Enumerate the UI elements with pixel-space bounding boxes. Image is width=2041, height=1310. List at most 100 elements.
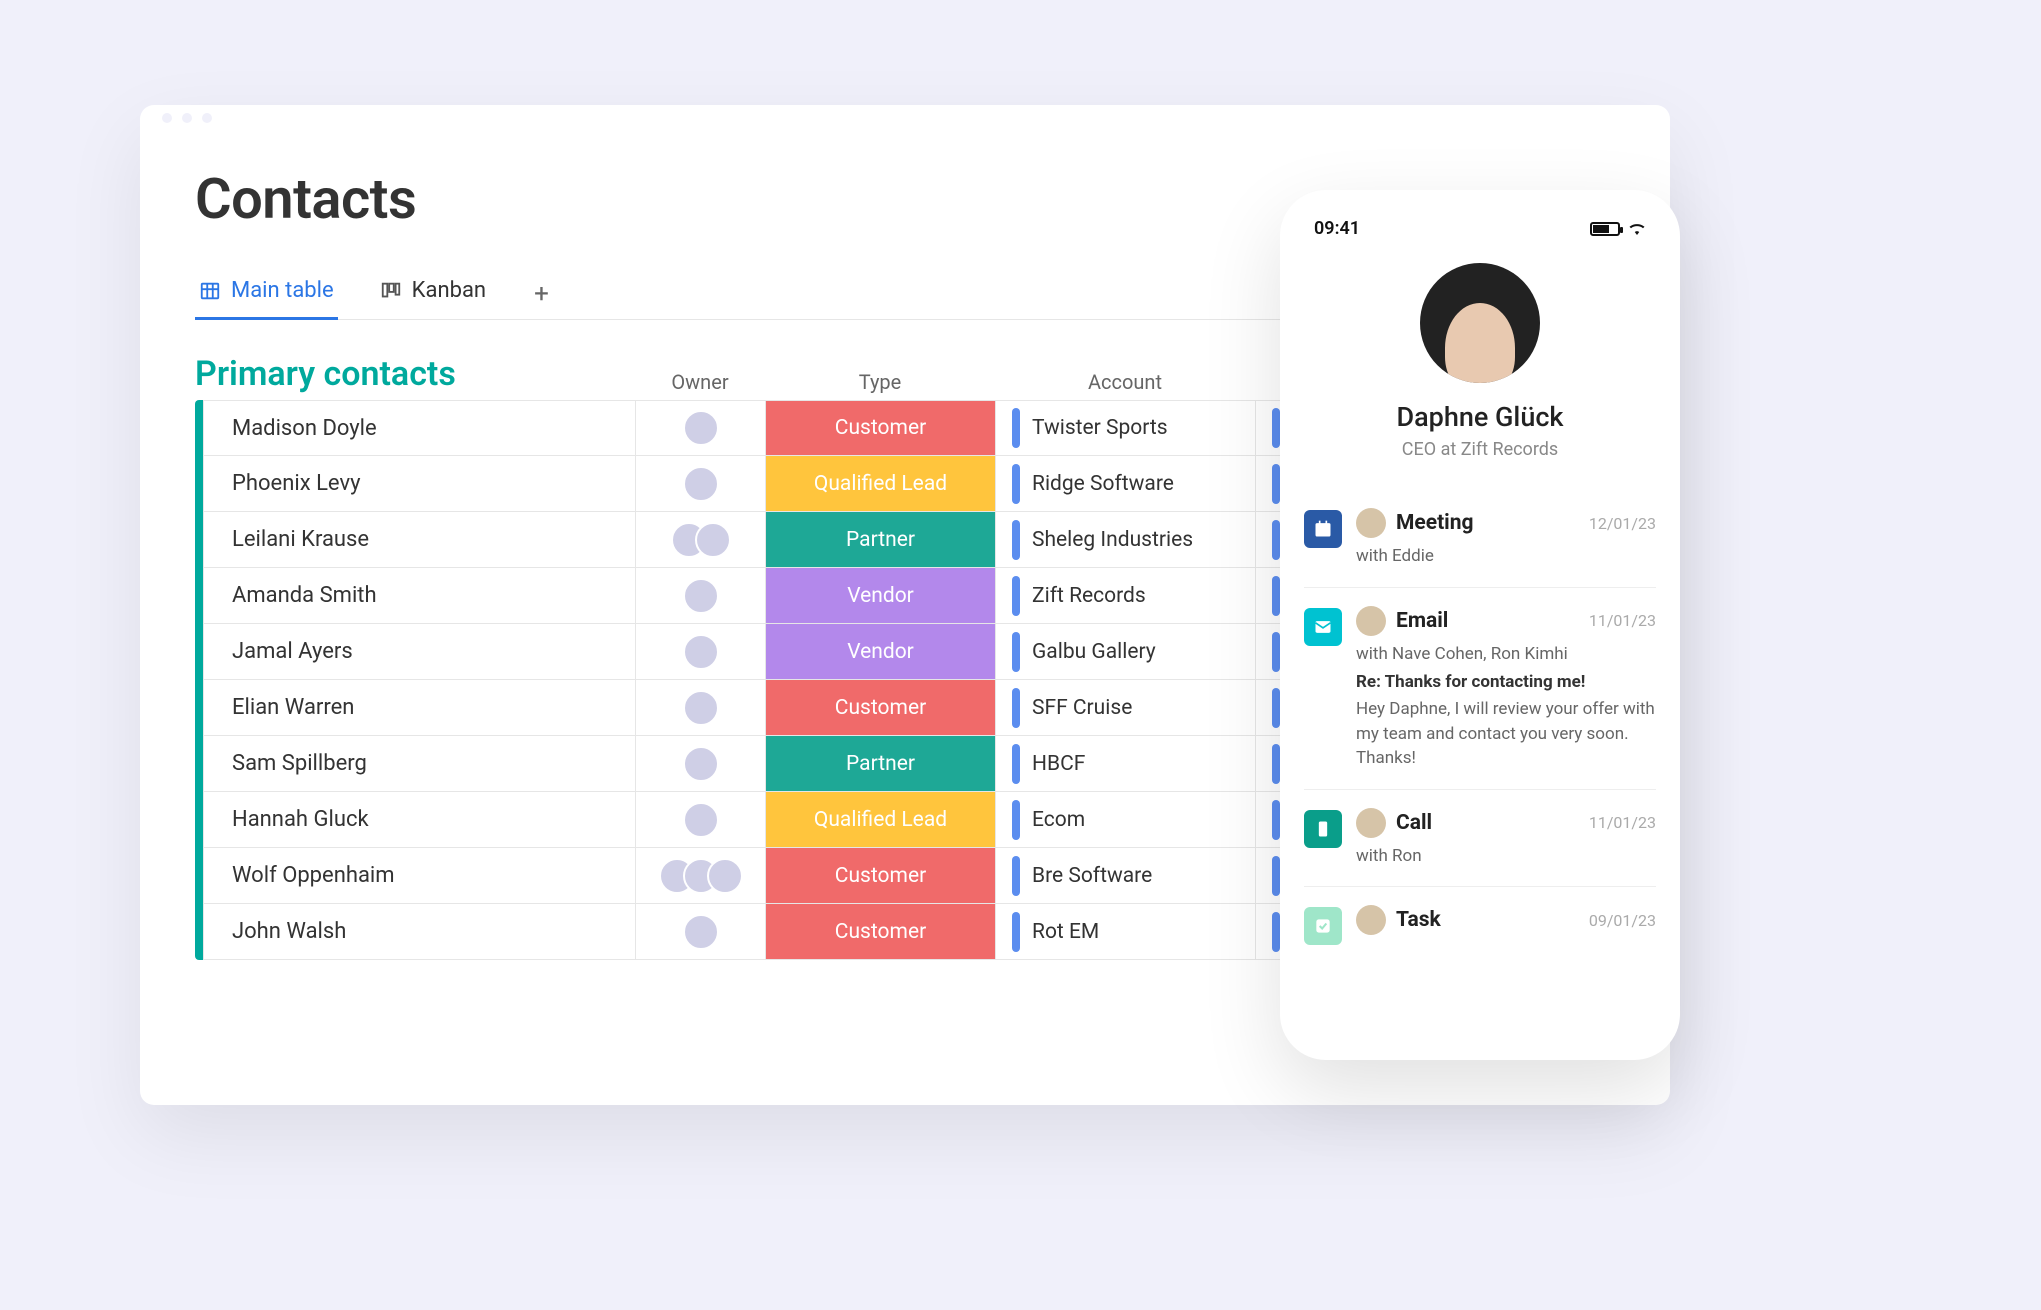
account-name: Bre Software — [1032, 864, 1152, 888]
cell-owner[interactable] — [636, 848, 766, 903]
cell-owner[interactable] — [636, 904, 766, 959]
account-name: Ridge Software — [1032, 472, 1174, 496]
activity-subtitle: with Ron — [1356, 844, 1656, 869]
cell-owner[interactable] — [636, 792, 766, 847]
cell-type[interactable]: Qualified Lead — [766, 456, 996, 511]
account-name: Sheleg Industries — [1032, 528, 1193, 552]
timeline-item-meeting[interactable]: Meeting12/01/23with Eddie — [1304, 490, 1656, 587]
cell-type[interactable]: Customer — [766, 680, 996, 735]
cell-account[interactable]: SFF Cruise — [996, 680, 1256, 735]
owner-avatar — [683, 578, 719, 614]
email-body: Hey Daphne, I will review your offer wit… — [1356, 697, 1656, 771]
traffic-dot — [202, 113, 212, 123]
traffic-dot — [162, 113, 172, 123]
cell-account[interactable]: Ridge Software — [996, 456, 1256, 511]
cell-name[interactable]: Elian Warren — [204, 680, 636, 735]
cell-name[interactable]: Madison Doyle — [204, 401, 636, 455]
cell-owner[interactable] — [636, 568, 766, 623]
cell-type[interactable]: Vendor — [766, 624, 996, 679]
mobile-preview: 09:41 Daphne Glück CEO at Zift Records M… — [1280, 190, 1680, 1060]
tab-kanban[interactable]: Kanban — [376, 268, 490, 320]
account-name: Ecom — [1032, 808, 1085, 832]
timeline-body: Email11/01/23with Nave Cohen, Ron KimhiR… — [1356, 606, 1656, 771]
link-pill — [1012, 856, 1020, 896]
cell-name[interactable]: Jamal Ayers — [204, 624, 636, 679]
account-name: Zift Records — [1032, 584, 1146, 608]
cell-account[interactable]: Sheleg Industries — [996, 512, 1256, 567]
account-name: SFF Cruise — [1032, 696, 1132, 720]
cell-type[interactable]: Customer — [766, 904, 996, 959]
account-name: HBCF — [1032, 752, 1085, 776]
group-title[interactable]: Primary contacts — [195, 354, 635, 394]
cell-owner[interactable] — [636, 401, 766, 455]
activity-subtitle: with Eddie — [1356, 544, 1656, 569]
cell-name[interactable]: Wolf Oppenhaim — [204, 848, 636, 903]
tab-label: Main table — [231, 278, 334, 303]
cell-account[interactable]: Bre Software — [996, 848, 1256, 903]
cell-account[interactable]: Galbu Gallery — [996, 624, 1256, 679]
cell-account[interactable]: Rot EM — [996, 904, 1256, 959]
cell-name[interactable]: Sam Spillberg — [204, 736, 636, 791]
link-pill — [1272, 464, 1280, 504]
cell-owner[interactable] — [636, 456, 766, 511]
cell-owner[interactable] — [636, 736, 766, 791]
column-header-account[interactable]: Account — [995, 370, 1255, 394]
column-header-type[interactable]: Type — [765, 370, 995, 394]
cell-type[interactable]: Partner — [766, 736, 996, 791]
link-pill — [1012, 912, 1020, 952]
link-pill — [1272, 688, 1280, 728]
wifi-icon — [1628, 222, 1646, 236]
owner-avatar — [683, 802, 719, 838]
cell-type[interactable]: Partner — [766, 512, 996, 567]
cell-account[interactable]: Ecom — [996, 792, 1256, 847]
timeline-item-task[interactable]: Task09/01/23 — [1304, 886, 1656, 963]
table-icon — [199, 280, 221, 302]
timeline-item-email[interactable]: Email11/01/23with Nave Cohen, Ron KimhiR… — [1304, 587, 1656, 789]
column-header-owner[interactable]: Owner — [635, 370, 765, 394]
cell-name[interactable]: Hannah Gluck — [204, 792, 636, 847]
contact-header: Daphne Glück CEO at Zift Records — [1304, 263, 1656, 460]
link-pill — [1012, 408, 1020, 448]
link-pill — [1012, 688, 1020, 728]
owner-avatar — [707, 858, 743, 894]
link-pill — [1272, 576, 1280, 616]
activity-avatar — [1356, 808, 1386, 838]
activity-title: Call — [1396, 811, 1432, 835]
traffic-dot — [182, 113, 192, 123]
owner-avatar — [683, 746, 719, 782]
owner-avatar — [683, 914, 719, 950]
contact-avatar[interactable] — [1420, 263, 1540, 383]
cell-name[interactable]: John Walsh — [204, 904, 636, 959]
link-pill — [1272, 744, 1280, 784]
window-traffic-lights — [140, 105, 1670, 131]
owner-avatar — [683, 634, 719, 670]
owner-avatar — [683, 466, 719, 502]
link-pill — [1012, 520, 1020, 560]
add-view-button[interactable]: + — [528, 279, 555, 309]
tab-main-table[interactable]: Main table — [195, 268, 338, 320]
activity-avatar — [1356, 606, 1386, 636]
cell-owner[interactable] — [636, 680, 766, 735]
cell-owner[interactable] — [636, 512, 766, 567]
cell-account[interactable]: Twister Sports — [996, 401, 1256, 455]
cell-owner[interactable] — [636, 624, 766, 679]
cell-type[interactable]: Qualified Lead — [766, 792, 996, 847]
timeline-item-call[interactable]: Call11/01/23with Ron — [1304, 789, 1656, 887]
cell-type[interactable]: Customer — [766, 848, 996, 903]
cell-account[interactable]: Zift Records — [996, 568, 1256, 623]
timeline-body: Meeting12/01/23with Eddie — [1356, 508, 1656, 569]
link-pill — [1012, 744, 1020, 784]
account-name: Rot EM — [1032, 920, 1099, 944]
cell-name[interactable]: Amanda Smith — [204, 568, 636, 623]
activity-date: 11/01/23 — [1589, 611, 1656, 630]
link-pill — [1012, 464, 1020, 504]
cell-type[interactable]: Vendor — [766, 568, 996, 623]
cell-type[interactable]: Customer — [766, 401, 996, 455]
link-pill — [1272, 856, 1280, 896]
activity-timeline: Meeting12/01/23with Eddie Email11/01/23wi… — [1304, 490, 1656, 963]
cell-name[interactable]: Phoenix Levy — [204, 456, 636, 511]
call-icon — [1304, 810, 1342, 848]
cell-account[interactable]: HBCF — [996, 736, 1256, 791]
link-pill — [1012, 576, 1020, 616]
cell-name[interactable]: Leilani Krause — [204, 512, 636, 567]
